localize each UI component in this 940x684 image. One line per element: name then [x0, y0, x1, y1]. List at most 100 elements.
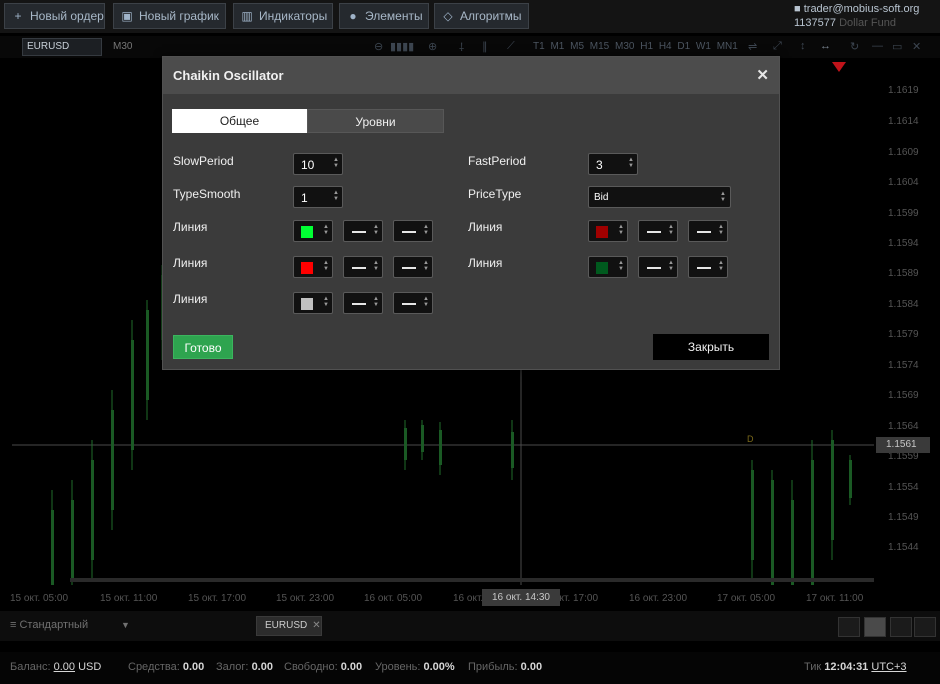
minimize-icon[interactable]: —: [872, 40, 883, 52]
plus-icon: +: [14, 9, 22, 23]
chart-tab-eurusd[interactable]: EURUSD ✕: [256, 616, 322, 636]
timezone-link[interactable]: UTC+3: [871, 661, 906, 673]
candle-body: [421, 425, 424, 452]
line-color-picker[interactable]: ▲ ▼: [588, 256, 628, 278]
slow-period-input[interactable]: 10 ▲ ▼: [293, 153, 343, 175]
time-label: 17 окт. 11:00: [806, 593, 864, 604]
time-label: 15 окт. 23:00: [276, 593, 335, 604]
layout-columns-icon[interactable]: [890, 617, 912, 637]
line-color-picker[interactable]: ▲ ▼: [293, 220, 333, 242]
chart-scrollbar[interactable]: [70, 578, 874, 582]
line-style-select[interactable]: ▲ ▼: [638, 256, 678, 278]
slow-period-label: SlowPeriod: [173, 154, 234, 168]
vertical-scale-icon[interactable]: ↕: [800, 40, 806, 52]
done-button[interactable]: Готово: [173, 335, 233, 359]
price-label: 1.1564: [888, 421, 919, 432]
spinner-arrows-icon[interactable]: ▲ ▼: [423, 224, 429, 236]
color-swatch: [301, 226, 313, 238]
caret-down-icon[interactable]: ▼: [121, 620, 130, 630]
refresh-icon[interactable]: ↻: [850, 40, 859, 53]
spinner-arrows-icon[interactable]: ▲ ▼: [668, 224, 674, 236]
spinner-arrows-icon[interactable]: ▲ ▼: [628, 157, 634, 169]
time-label: 16 окт. 23:00: [629, 593, 688, 604]
close-button[interactable]: Закрыть: [653, 334, 769, 360]
spinner-arrows-icon[interactable]: ▲ ▼: [373, 260, 379, 272]
tab-levels[interactable]: Уровни: [307, 109, 444, 133]
spinner-arrows-icon[interactable]: ▲ ▼: [323, 224, 329, 236]
algorithms-icon: ◇: [443, 9, 453, 23]
price-label: 1.1579: [888, 329, 919, 340]
layout-grid-icon[interactable]: [864, 617, 886, 637]
horizontal-scale-icon[interactable]: ↔: [820, 40, 831, 52]
spinner-arrows-icon[interactable]: ▲ ▼: [618, 224, 624, 236]
symbol-select[interactable]: EURUSD: [22, 38, 102, 56]
price-label: 1.1544: [888, 542, 919, 553]
expand-icon[interactable]: ⤢: [773, 40, 782, 53]
close-tab-icon[interactable]: ✕: [312, 620, 320, 631]
spinner-arrows-icon[interactable]: ▲ ▼: [718, 260, 724, 272]
account-info[interactable]: ■ trader@mobius-soft.org 1137577 Dollar …: [794, 2, 936, 30]
spinner-arrows-icon[interactable]: ▲ ▼: [618, 260, 624, 272]
new-order-button[interactable]: + Новый ордер: [4, 3, 105, 29]
line-style-select[interactable]: ▲ ▼: [343, 292, 383, 314]
line-width-select[interactable]: ▲ ▼: [393, 220, 433, 242]
line-color-picker[interactable]: ▲ ▼: [293, 256, 333, 278]
close-dialog-icon[interactable]: ✕: [756, 66, 769, 84]
spinner-arrows-icon[interactable]: ▲ ▼: [718, 224, 724, 236]
elements-button[interactable]: ● Элементы: [339, 3, 429, 29]
line-style-select[interactable]: ▲ ▼: [343, 220, 383, 242]
layout-rows-icon[interactable]: [914, 617, 936, 637]
crosshair-icon[interactable]: ⊖: [374, 40, 383, 53]
bars-icon[interactable]: ∥: [482, 40, 488, 53]
candle-body: [91, 460, 94, 560]
template-icon[interactable]: ⇌: [748, 40, 757, 53]
spinner-arrows-icon[interactable]: ▲ ▼: [323, 296, 329, 308]
price-type-select[interactable]: Bid ▲ ▼: [588, 186, 731, 208]
line-label: Линия: [173, 256, 208, 270]
price-label: 1.1589: [888, 268, 919, 279]
algorithms-button[interactable]: ◇ Алгоритмы: [434, 3, 529, 29]
price-label: 1.1609: [888, 147, 919, 158]
cursor-icon[interactable]: ⸸: [459, 40, 464, 55]
spinner-arrows-icon[interactable]: ▲ ▼: [373, 224, 379, 236]
line-tool-icon[interactable]: ⟋: [507, 40, 515, 53]
line-width-select[interactable]: ▲ ▼: [688, 256, 728, 278]
dialog-header: Chaikin Oscillator ✕: [163, 57, 779, 94]
candle-body: [849, 460, 852, 498]
type-smooth-label: TypeSmooth: [173, 187, 241, 201]
line-style-icon: [647, 267, 661, 269]
indicator-settings-dialog: Chaikin Oscillator ✕ Общее Уровни SlowPe…: [162, 56, 780, 370]
close-chart-icon[interactable]: ✕: [912, 40, 921, 53]
funds-status: Средства: 0.00: [128, 661, 205, 673]
zoom-slider-icon[interactable]: ▮▮▮▮: [390, 40, 414, 53]
line-style-select[interactable]: ▲ ▼: [638, 220, 678, 242]
price-label: 1.1604: [888, 177, 919, 188]
profile-select[interactable]: ≡ Стандартный: [10, 619, 88, 631]
line-width-select[interactable]: ▲ ▼: [393, 256, 433, 278]
line-color-picker[interactable]: ▲ ▼: [588, 220, 628, 242]
main-toolbar: + Новый ордер ▣ Новый график ▥ Индикаторы ●…: [0, 0, 940, 33]
spinner-arrows-icon[interactable]: ▲ ▼: [333, 190, 339, 202]
fast-period-input[interactable]: 3 ▲ ▼: [588, 153, 638, 175]
indicators-button[interactable]: ▥ Индикаторы: [233, 3, 333, 29]
zoom-in-icon[interactable]: ⊕: [428, 40, 437, 53]
spinner-arrows-icon[interactable]: ▲ ▼: [323, 260, 329, 272]
spinner-arrows-icon[interactable]: ▲ ▼: [423, 260, 429, 272]
tab-general[interactable]: Общее: [172, 109, 307, 133]
account-email: trader@mobius-soft.org: [803, 3, 920, 15]
spinner-arrows-icon[interactable]: ▲ ▼: [333, 157, 339, 169]
restore-icon[interactable]: ▭: [892, 40, 902, 53]
line-width-select[interactable]: ▲ ▼: [393, 292, 433, 314]
layout-single-icon[interactable]: [838, 617, 860, 637]
spinner-arrows-icon[interactable]: ▲ ▼: [423, 296, 429, 308]
new-chart-button[interactable]: ▣ Новый график: [113, 3, 226, 29]
line-color-picker[interactable]: ▲ ▼: [293, 292, 333, 314]
line-style-select[interactable]: ▲ ▼: [343, 256, 383, 278]
candle-body: [751, 470, 754, 560]
line-width-select[interactable]: ▲ ▼: [688, 220, 728, 242]
spinner-arrows-icon[interactable]: ▲ ▼: [668, 260, 674, 272]
timeframe-list[interactable]: T1 M1 M5 M15 M30 H1 H4 D1 W1 MN1: [533, 41, 738, 52]
spinner-arrows-icon[interactable]: ▲ ▼: [373, 296, 379, 308]
chart-toolbar: [0, 36, 940, 58]
type-smooth-input[interactable]: 1 ▲ ▼: [293, 186, 343, 208]
